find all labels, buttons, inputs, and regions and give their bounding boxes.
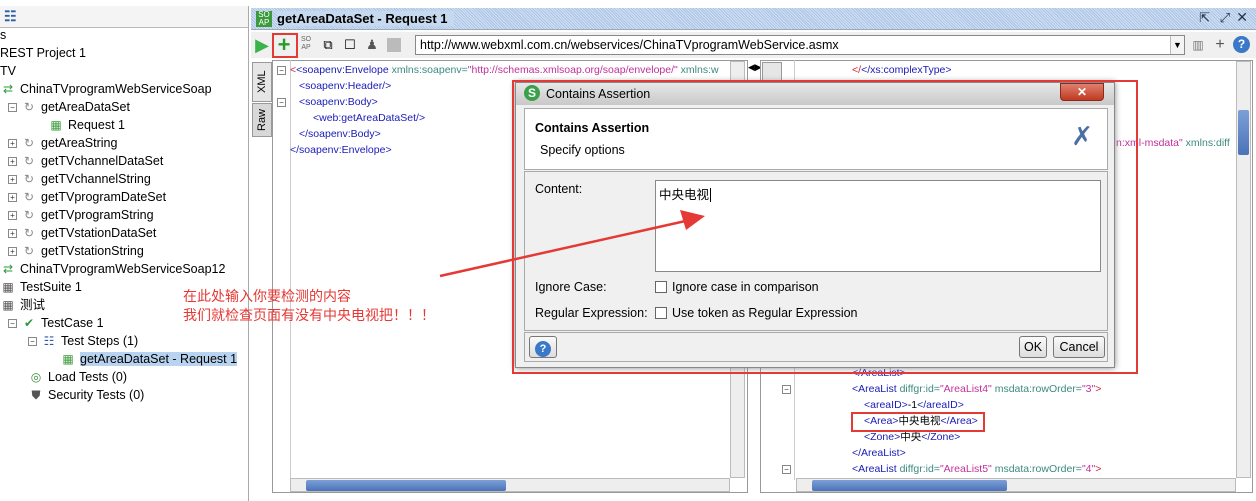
annotation-arrow xyxy=(439,210,705,278)
annotation-line-2: 我们就检查页面有没有中央电视把！！！ xyxy=(183,307,435,323)
annotation-line-1: 在此处输入你要检测的内容 xyxy=(183,288,351,304)
